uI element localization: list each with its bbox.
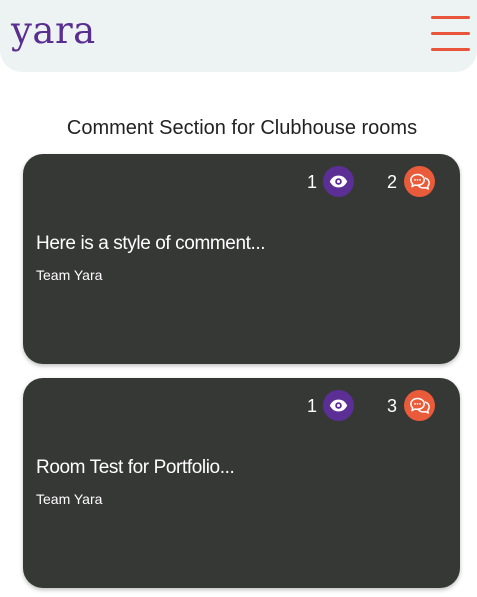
view-count: 1 xyxy=(307,396,318,416)
room-card[interactable]: 1 2 Here is a style of comment... Team Y… xyxy=(23,154,460,364)
card-author: Team Yara xyxy=(36,491,103,507)
chat-bubbles-icon xyxy=(404,166,435,197)
eye-icon xyxy=(323,390,354,421)
room-card[interactable]: 1 3 Room Test for Portfolio... Team Yara xyxy=(23,378,460,588)
chat-bubbles-icon xyxy=(404,390,435,421)
page-title: Comment Section for Clubhouse rooms xyxy=(66,117,418,139)
card-author: Team Yara xyxy=(36,267,103,283)
eye-icon xyxy=(323,166,354,197)
card-title: Here is a style of comment... xyxy=(36,233,266,254)
comment-count: 2 xyxy=(387,172,398,192)
card-title: Room Test for Portfolio... xyxy=(36,457,235,478)
top-bar: yara xyxy=(0,0,477,72)
menu-button[interactable] xyxy=(431,16,471,52)
comment-count: 3 xyxy=(387,396,398,416)
yara-logo[interactable]: yara xyxy=(11,12,96,49)
view-count: 1 xyxy=(307,172,318,192)
